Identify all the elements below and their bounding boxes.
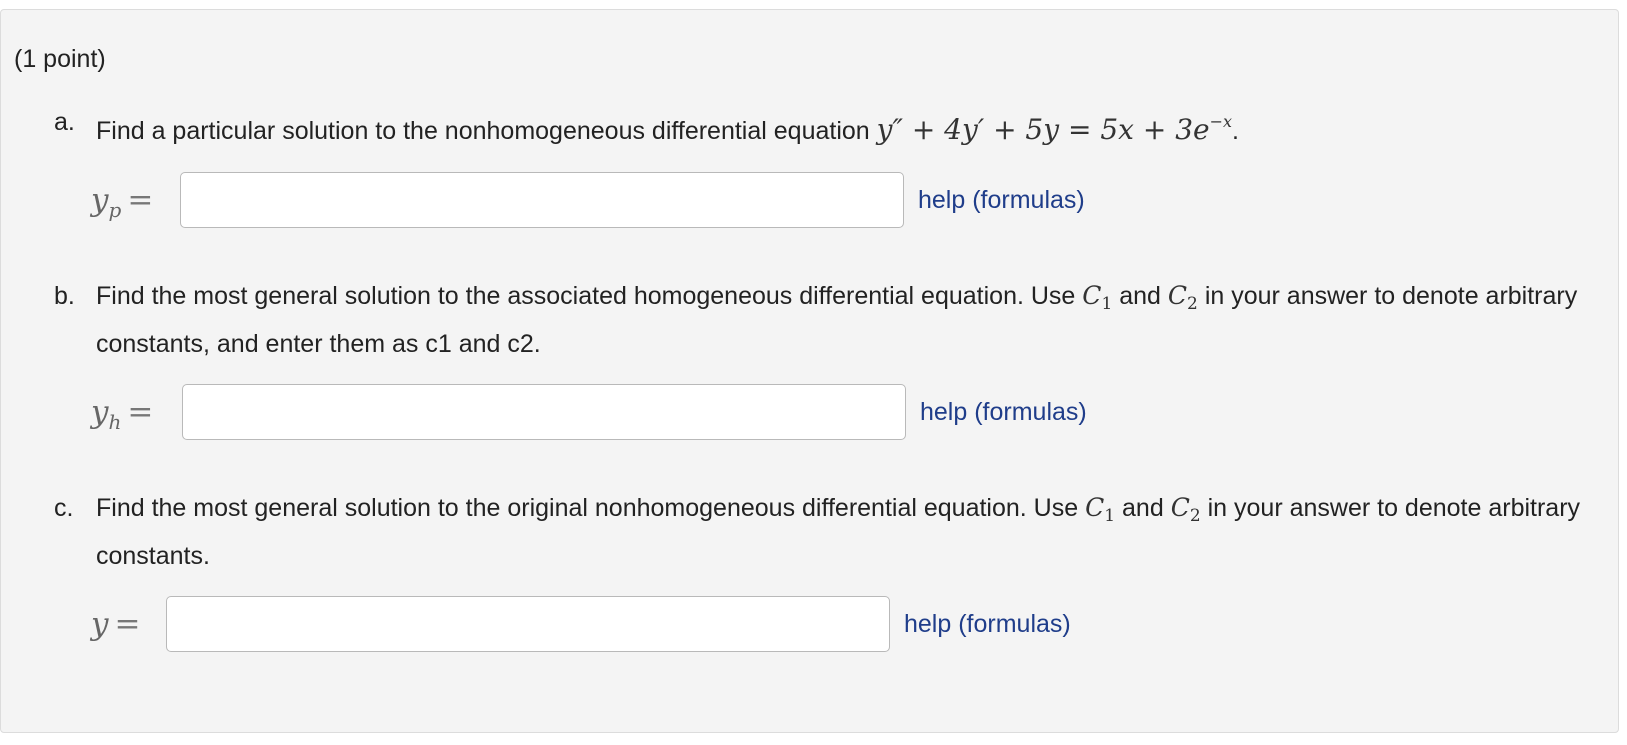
c2-symbol: C2 <box>1167 281 1198 314</box>
part-b-answer-row: yh = help (formulas) <box>1 382 1201 442</box>
yh-answer-input[interactable] <box>182 384 906 440</box>
c1-symbol: C1 <box>1082 281 1113 314</box>
part-c-letter: c. <box>54 494 74 522</box>
yh-label: yh = <box>91 394 154 434</box>
yp-label: yp = <box>91 182 154 222</box>
part-a-letter: a. <box>54 108 75 136</box>
y-answer-input[interactable] <box>166 596 890 652</box>
part-b-prompt-1: Find the most general solution to the as… <box>96 282 1076 310</box>
c2-symbol: C2 <box>1170 493 1201 526</box>
part-c-answer-row: y = help (formulas) <box>1 594 1201 654</box>
help-formulas-link-b[interactable]: help (formulas) <box>920 382 1087 442</box>
part-a-prompt: Find a particular solution to the nonhom… <box>96 117 870 145</box>
part-b-letter: b. <box>54 282 75 310</box>
y-label: y = <box>91 606 141 642</box>
part-c-prompt-1: Find the most general solution to the or… <box>96 494 1079 522</box>
help-formulas-link-c[interactable]: help (formulas) <box>904 594 1071 654</box>
c1-symbol: C1 <box>1085 493 1116 526</box>
problem-panel: (1 point) a. Find a particular solution … <box>0 9 1619 733</box>
help-formulas-link-a[interactable]: help (formulas) <box>918 170 1085 230</box>
part-a-equation: y″ + 4y′ + 5y = 5x + 3e−x <box>876 112 1233 146</box>
points-label: (1 point) <box>14 45 106 73</box>
yp-answer-input[interactable] <box>180 172 904 228</box>
part-a-answer-row: yp = help (formulas) <box>1 170 1201 230</box>
